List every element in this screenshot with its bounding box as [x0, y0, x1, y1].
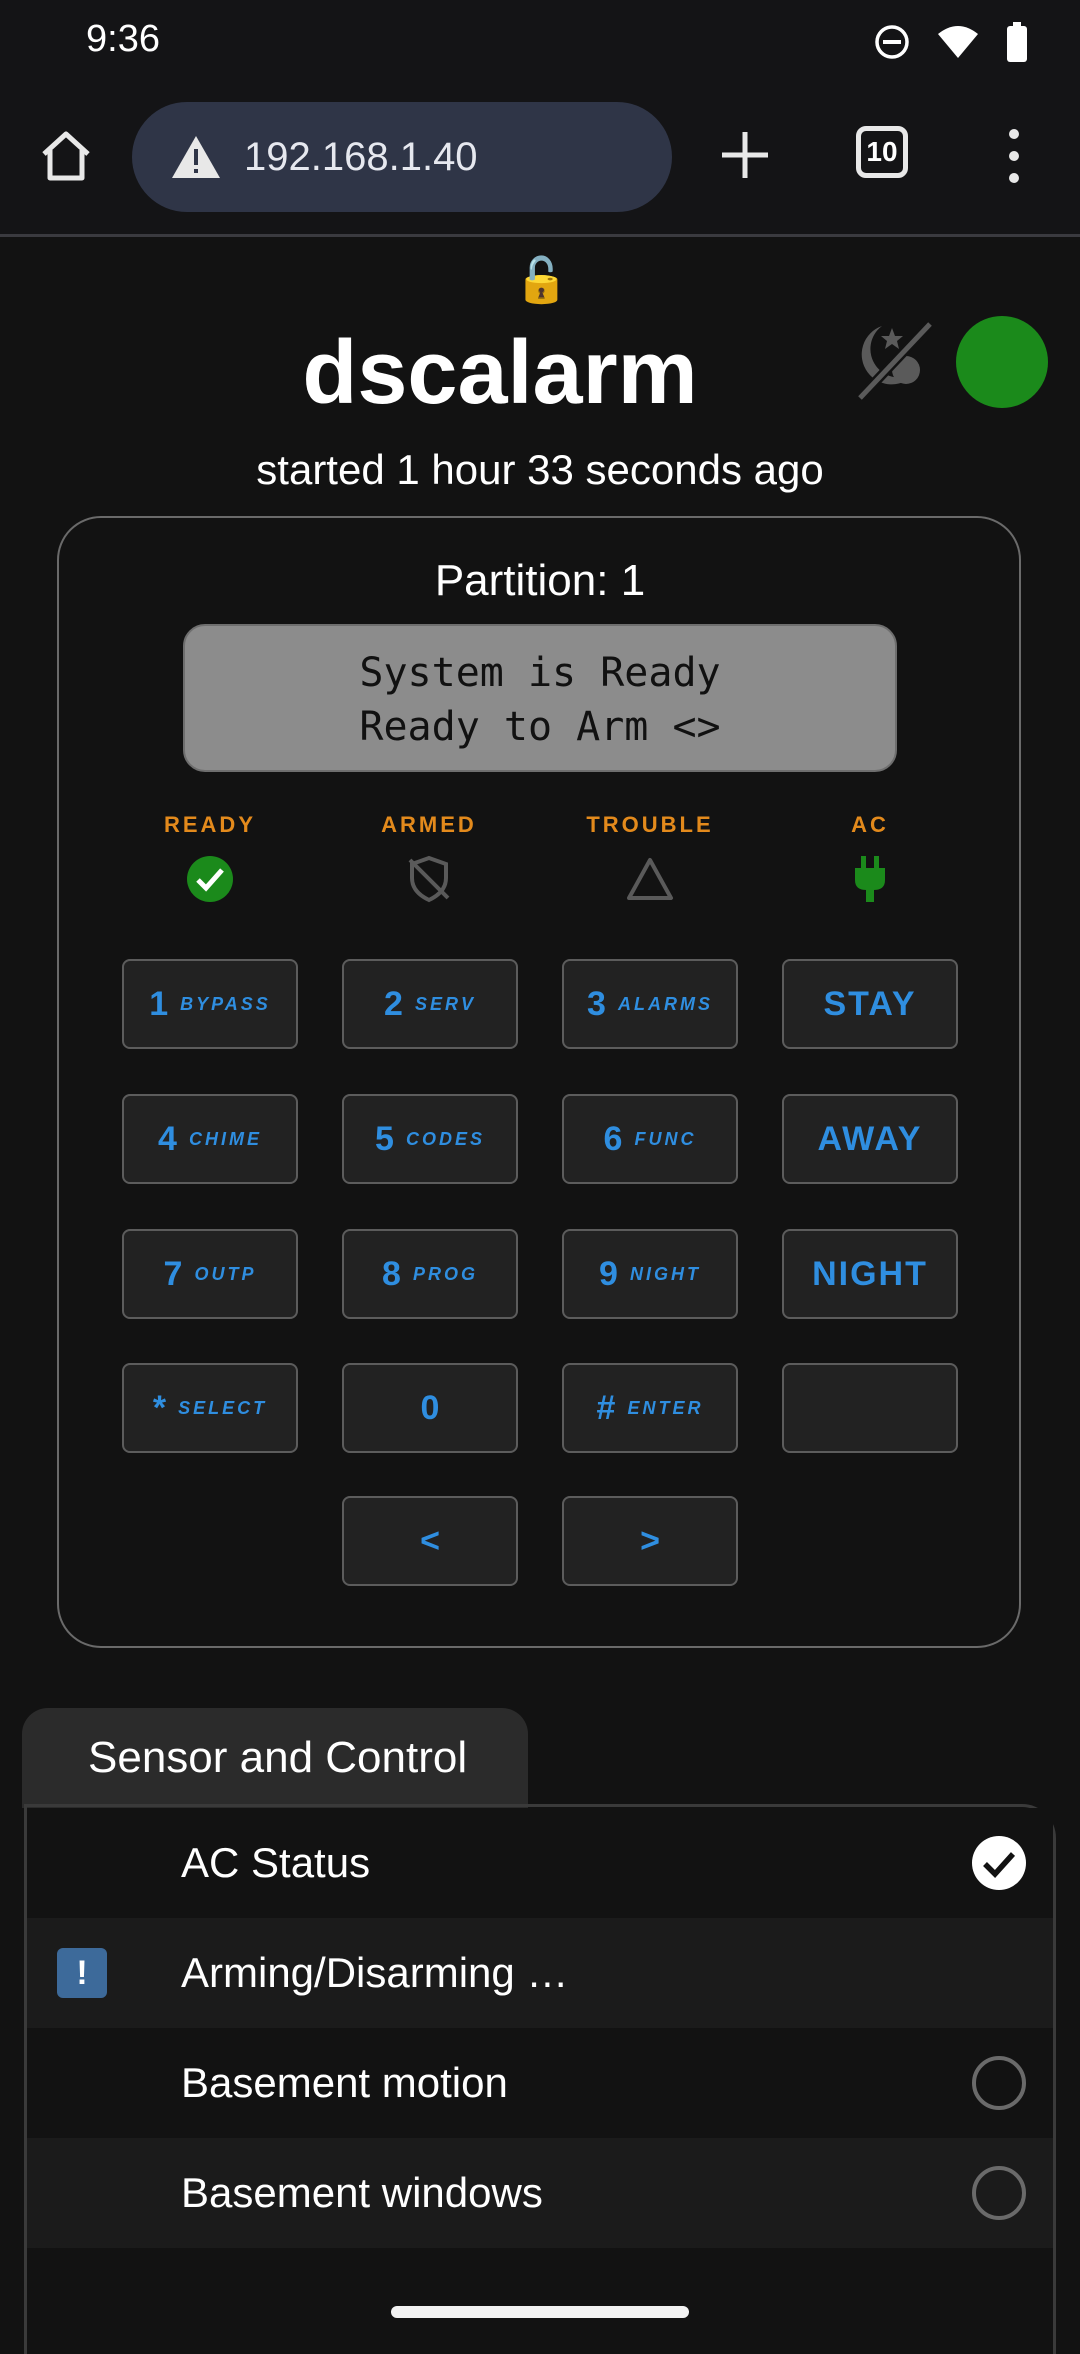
key-0[interactable]: 0	[342, 1363, 518, 1453]
new-tab-icon[interactable]	[716, 126, 774, 184]
shield-off-icon	[408, 855, 450, 903]
key-left[interactable]: <	[342, 1496, 518, 1586]
do-not-disturb-icon	[875, 25, 909, 59]
key-6[interactable]: 6 FUNC	[562, 1094, 738, 1184]
key-9[interactable]: 9 NIGHT	[562, 1229, 738, 1319]
key-4[interactable]: 4 CHIME	[122, 1094, 298, 1184]
night-button[interactable]: NIGHT	[782, 1229, 958, 1319]
key-hash[interactable]: # ENTER	[562, 1363, 738, 1453]
address-bar[interactable]: 192.168.1.40	[132, 102, 672, 212]
battery-icon	[1007, 22, 1027, 62]
ac-label: AC	[851, 812, 889, 837]
alert-icon: !	[57, 1948, 107, 1998]
sensor-row-basement-windows[interactable]: Basement windows	[27, 2138, 1053, 2248]
lcd-line-2: Ready to Arm <>	[359, 704, 721, 750]
trouble-indicator: TROUBLE	[570, 812, 730, 909]
tab-switcher-button[interactable]: 10	[856, 126, 908, 178]
key-5[interactable]: 5 CODES	[342, 1094, 518, 1184]
ready-indicator: READY	[130, 812, 290, 909]
away-button[interactable]: AWAY	[782, 1094, 958, 1184]
connection-status-indicator	[956, 316, 1048, 408]
stay-button[interactable]: STAY	[782, 959, 958, 1049]
armed-indicator: ARMED	[349, 812, 509, 909]
tab-label: Sensor and Control	[88, 1733, 468, 1782]
gesture-nav-bar[interactable]	[391, 2306, 689, 2318]
key-3[interactable]: 3 ALARMS	[562, 959, 738, 1049]
power-plug-icon	[855, 856, 885, 902]
partition-label: Partition: 1	[434, 556, 646, 605]
key-right[interactable]: >	[562, 1496, 738, 1586]
check-circle-icon	[187, 856, 233, 902]
armed-label: ARMED	[381, 812, 477, 837]
unchecked-circle-icon[interactable]	[971, 2055, 1027, 2111]
sensor-row-arming-disarming[interactable]: ! Arming/Disarming …	[27, 1918, 1053, 2028]
ready-label: READY	[163, 812, 256, 837]
url-text[interactable]: 192.168.1.40	[244, 135, 478, 180]
unlocked-icon[interactable]: 🔓	[514, 254, 569, 306]
key-1[interactable]: 1 BYPASS	[122, 959, 298, 1049]
uptime-text: started 1 hour 33 seconds ago	[256, 446, 824, 493]
sensor-row-basement-motion[interactable]: Basement motion	[27, 2028, 1053, 2138]
key-star[interactable]: * SELECT	[122, 1363, 298, 1453]
key-8[interactable]: 8 PROG	[342, 1229, 518, 1319]
sensor-row-ac-status[interactable]: AC Status	[27, 1808, 1053, 1918]
more-menu-icon[interactable]	[1000, 124, 1028, 188]
theme-toggle-icon[interactable]	[846, 314, 938, 406]
lcd-display: System is Ready Ready to Arm <>	[183, 624, 897, 772]
home-icon[interactable]	[38, 128, 94, 184]
key-2[interactable]: 2 SERV	[342, 959, 518, 1049]
key-7[interactable]: 7 OUTP	[122, 1229, 298, 1319]
browser-toolbar: 192.168.1.40 10	[0, 84, 1080, 237]
status-time: 9:36	[86, 18, 160, 60]
trouble-label: TROUBLE	[586, 812, 714, 837]
checked-icon[interactable]	[971, 1835, 1027, 1891]
lcd-line-1: System is Ready	[359, 650, 721, 696]
tab-sensor-and-control[interactable]: Sensor and Control	[22, 1708, 528, 1808]
system-status-bar: 9:36	[0, 0, 1080, 84]
wifi-icon	[938, 26, 978, 58]
warning-triangle-icon	[627, 858, 673, 900]
not-secure-warning-icon[interactable]	[170, 134, 222, 180]
ac-indicator: AC	[790, 812, 950, 909]
status-icons	[874, 22, 1028, 62]
blank-key[interactable]	[782, 1363, 958, 1453]
unchecked-circle-icon[interactable]	[971, 2165, 1027, 2221]
